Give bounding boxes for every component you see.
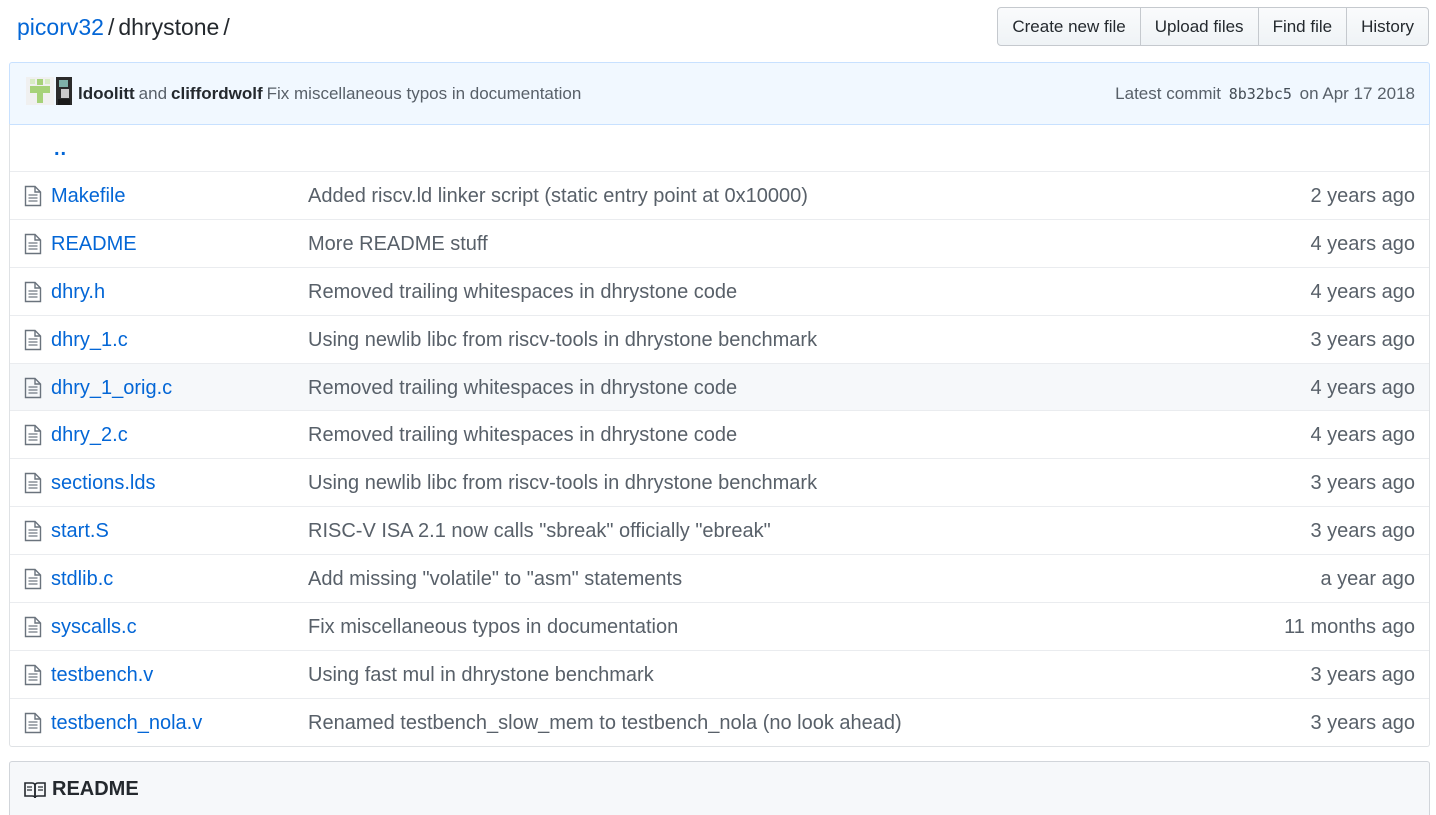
file-name-link[interactable]: start.S (51, 519, 109, 543)
file-row[interactable]: dhry.h Removed trailing whitespaces in dh… (10, 268, 1429, 316)
latest-commit-bar: ldoolitt and cliffordwolf Fix miscellaneous… (9, 62, 1430, 125)
file-commit-message[interactable]: Renamed testbench_slow_mem to testbench_… (308, 711, 902, 735)
latest-commit-label: Latest commit (1115, 84, 1221, 103)
file-name-link[interactable]: dhry_2.c (51, 423, 128, 447)
commit-summary: ldoolitt and cliffordwolf Fix miscellaneous… (78, 83, 581, 105)
file-list: .. Makefile Added riscv.ld linker script … (9, 124, 1430, 747)
file-row[interactable]: testbench_nola.v Renamed testbench_slow_m… (10, 699, 1429, 747)
file-row[interactable]: dhry_1.c Using newlib libc from riscv-too… (10, 316, 1429, 364)
file-age: 4 years ago (1310, 232, 1415, 255)
file-age: 2 years ago (1310, 185, 1415, 207)
file-icon (24, 377, 42, 399)
file-name-link[interactable]: sections.lds (51, 471, 156, 495)
repo-link[interactable]: picorv32 (17, 14, 104, 40)
file-age: 11 months ago (1284, 616, 1415, 639)
file-icon (24, 281, 42, 303)
file-age: 4 years ago (1310, 376, 1415, 399)
file-age: 3 years ago (1310, 663, 1415, 686)
file-icon (24, 712, 42, 734)
parent-directory-row: .. (10, 124, 1429, 172)
file-commit-message[interactable]: Add missing "volatile" to "asm" statemen… (308, 567, 682, 591)
breadcrumb-separator: / (107, 14, 115, 40)
commit-author-ldoolitt[interactable]: ldoolitt (78, 84, 135, 103)
parent-directory-link[interactable]: .. (54, 138, 67, 161)
file-commit-message[interactable]: Using newlib libc from riscv-tools in dh… (308, 471, 817, 495)
file-age: 4 years ago (1310, 280, 1415, 303)
file-name-link[interactable]: Makefile (51, 184, 125, 208)
file-commit-message[interactable]: Added riscv.ld linker script (static ent… (308, 184, 808, 208)
file-commit-message[interactable]: Removed trailing whitespaces in dhryston… (308, 280, 737, 304)
file-name-link[interactable]: README (51, 232, 137, 256)
file-age: 3 years ago (1310, 328, 1415, 351)
file-name-link[interactable]: dhry_1_orig.c (51, 376, 172, 400)
author-avatar-ldoolitt[interactable] (26, 77, 54, 105)
file-name-link[interactable]: dhry.h (51, 280, 105, 304)
commit-author-cliffordwolf[interactable]: cliffordwolf (171, 84, 263, 103)
breadcrumb-trailing-separator: / (223, 14, 230, 40)
commit-meta: Latest commit 8b32bc5 on Apr 17 2018 (1115, 83, 1415, 105)
file-name-link[interactable]: stdlib.c (51, 567, 113, 591)
file-icon (24, 568, 42, 590)
file-navigation-buttons: Create new file Upload files Find file H… (997, 7, 1429, 46)
commit-and: and (138, 84, 168, 103)
file-row[interactable]: dhry_2.c Removed trailing whitespaces in … (10, 411, 1429, 460)
file-name-link[interactable]: dhry_1.c (51, 328, 128, 352)
breadcrumb: picorv32/dhrystone / (17, 12, 234, 42)
file-row[interactable]: Makefile Added riscv.ld linker script (st… (10, 172, 1429, 220)
file-age: a year ago (1320, 568, 1415, 591)
commit-message[interactable]: Fix miscellaneous typos in documentation (267, 84, 582, 103)
file-icon (24, 329, 42, 351)
file-name-link[interactable]: testbench_nola.v (51, 711, 202, 735)
author-avatar-cliffordwolf[interactable] (56, 77, 72, 105)
file-icon (24, 616, 42, 638)
file-icon (24, 520, 42, 542)
file-row[interactable]: dhry_1_orig.c Removed trailing whitespace… (10, 363, 1429, 412)
find-file-button[interactable]: Find file (1259, 8, 1348, 45)
history-button[interactable]: History (1347, 8, 1428, 45)
current-directory: dhrystone (118, 14, 220, 40)
file-icon (24, 472, 42, 494)
file-row[interactable]: testbench.v Using fast mul in dhrystone b… (10, 651, 1429, 699)
file-age: 3 years ago (1310, 711, 1415, 734)
file-row[interactable]: start.S RISC-V ISA 2.1 now calls "sbreak"… (10, 507, 1429, 556)
readme-title: README (52, 778, 139, 800)
file-name-link[interactable]: testbench.v (51, 663, 153, 687)
file-commit-message[interactable]: Using fast mul in dhrystone benchmark (308, 663, 654, 687)
file-commit-message[interactable]: More README stuff (308, 232, 488, 256)
commit-date: on Apr 17 2018 (1299, 84, 1415, 103)
file-age: 3 years ago (1310, 472, 1415, 495)
file-commit-message[interactable]: RISC-V ISA 2.1 now calls "sbreak" offici… (308, 519, 771, 543)
file-commit-message[interactable]: Removed trailing whitespaces in dhryston… (308, 423, 737, 447)
file-icon (24, 233, 42, 255)
create-new-file-button[interactable]: Create new file (998, 8, 1141, 45)
file-row[interactable]: stdlib.c Add missing "volatile" to "asm" … (10, 555, 1429, 604)
file-row[interactable]: README More README stuff 4 years ago (10, 220, 1429, 268)
file-commit-message[interactable]: Using newlib libc from riscv-tools in dh… (308, 328, 817, 352)
file-icon (24, 664, 42, 686)
readme-header: README (9, 761, 1430, 815)
commit-sha[interactable]: 8b32bc5 (1229, 85, 1292, 103)
upload-files-button[interactable]: Upload files (1141, 8, 1259, 45)
file-row[interactable]: syscalls.c Fix miscellaneous typos in doc… (10, 603, 1429, 651)
file-age: 4 years ago (1310, 424, 1415, 447)
file-commit-message[interactable]: Fix miscellaneous typos in documentation (308, 615, 678, 639)
file-commit-message[interactable]: Removed trailing whitespaces in dhryston… (308, 376, 737, 400)
book-icon (24, 782, 46, 799)
file-icon (24, 424, 42, 446)
file-name-link[interactable]: syscalls.c (51, 615, 137, 639)
file-age: 3 years ago (1310, 520, 1415, 543)
file-icon (24, 185, 42, 207)
file-row[interactable]: sections.lds Using newlib libc from riscv… (10, 459, 1429, 508)
